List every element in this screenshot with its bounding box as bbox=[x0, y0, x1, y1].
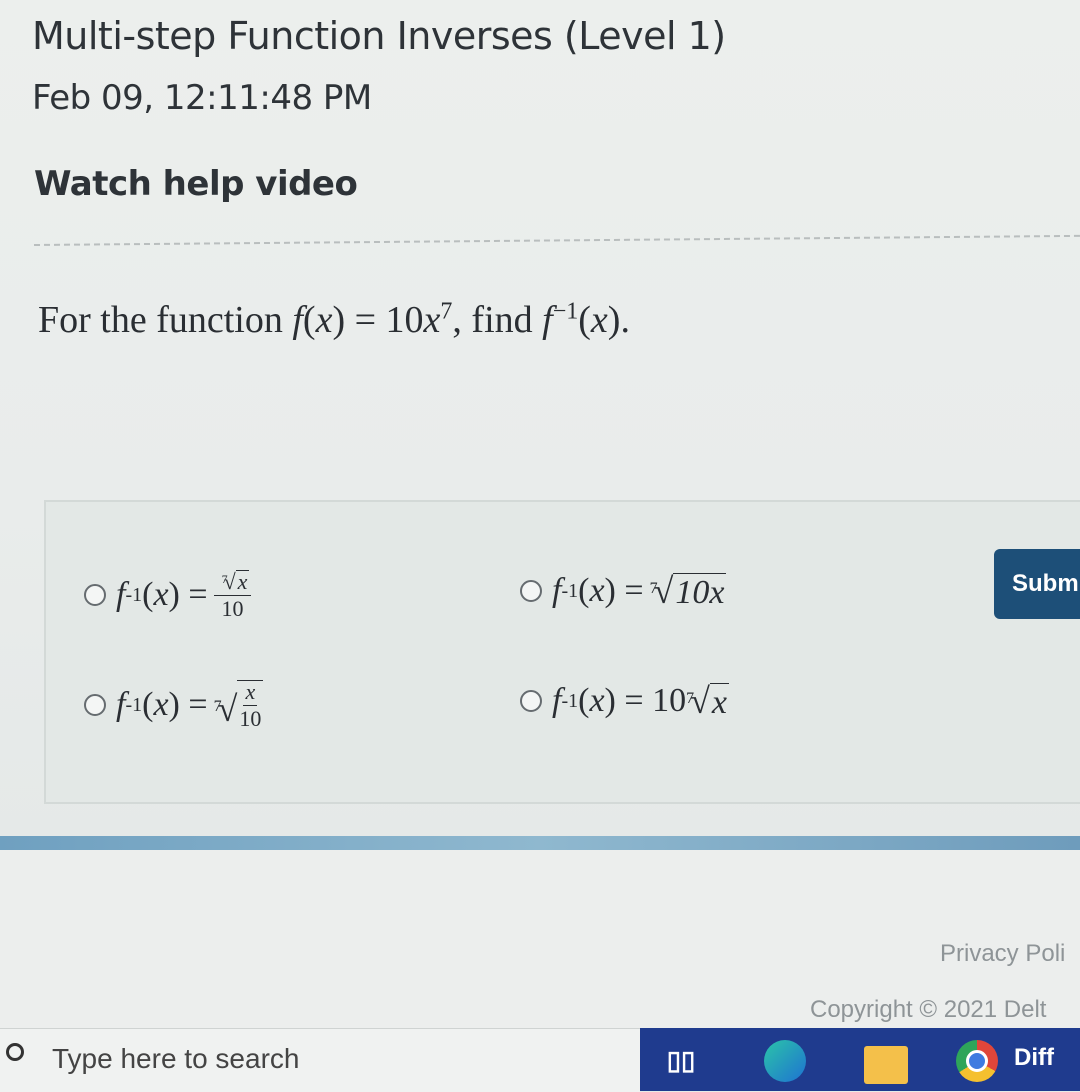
math-rparen: ) bbox=[604, 682, 616, 719]
radical-sign: √ bbox=[653, 571, 674, 611]
choice-3-math: f -1(x) = 7 √ x 10 bbox=[116, 679, 264, 731]
answer-choices-panel bbox=[44, 500, 1080, 804]
choice-1-math: f -1(x) = 7 √ x 10 bbox=[116, 570, 252, 621]
page-title: Multi-step Function Inverses (Level 1) bbox=[32, 14, 726, 58]
privacy-policy-link[interactable]: Privacy Poli bbox=[940, 940, 1065, 968]
question-lparen2: ( bbox=[578, 299, 591, 341]
radical-sign: √ bbox=[690, 681, 710, 721]
question-end: . bbox=[620, 299, 630, 341]
math-lparen: ( bbox=[142, 686, 154, 723]
submit-button[interactable]: Subm bbox=[994, 549, 1080, 619]
math-lparen: ( bbox=[578, 682, 590, 719]
math-rparen: ) bbox=[168, 686, 180, 723]
math-f: f bbox=[116, 576, 126, 613]
radicand: x bbox=[235, 569, 250, 594]
choice-2-math: f -1(x) = 7 √ 10x bbox=[552, 570, 727, 612]
radio-button[interactable] bbox=[520, 580, 542, 602]
choice-2[interactable]: f -1(x) = 7 √ 10x bbox=[520, 570, 727, 612]
fraction-denominator: 10 bbox=[239, 706, 262, 731]
question-prefix: For the function bbox=[38, 299, 293, 341]
timestamp: Feb 09, 12:11:48 PM bbox=[32, 78, 372, 118]
question-coef: 10 bbox=[385, 299, 424, 341]
fraction: x 10 bbox=[239, 681, 261, 730]
choice-1[interactable]: f -1(x) = 7 √ x 10 bbox=[84, 570, 252, 621]
seventh-root: 7 √ x 10 bbox=[214, 680, 264, 730]
radicand: 10x bbox=[673, 573, 727, 611]
math-rparen: ) bbox=[604, 572, 616, 609]
fraction-numerator: x bbox=[243, 679, 258, 706]
math-eq: = bbox=[624, 682, 644, 719]
question-x3: x bbox=[590, 299, 608, 341]
math-eq: = bbox=[188, 576, 208, 613]
math-x: x bbox=[589, 682, 605, 719]
question-eq: = bbox=[354, 299, 377, 341]
seventh-root: 7 √ 10x bbox=[650, 570, 727, 612]
question-lparen: ( bbox=[302, 299, 316, 341]
radical-sign: √ bbox=[223, 569, 236, 594]
choice-3[interactable]: f -1(x) = 7 √ x 10 bbox=[84, 679, 264, 731]
question-text: For the function f(x) = 10x7, find f−1(x… bbox=[38, 298, 630, 342]
question-x: x bbox=[315, 299, 333, 341]
math-eq: = bbox=[624, 572, 644, 609]
question-exp: 7 bbox=[440, 298, 453, 325]
radicand: x bbox=[709, 683, 729, 721]
question-f: f bbox=[292, 299, 303, 341]
seventh-root: 7 √ x bbox=[222, 570, 250, 593]
math-f: f bbox=[116, 686, 126, 723]
math-coef: 10 bbox=[652, 682, 687, 719]
fraction-numerator: 7 √ x bbox=[213, 570, 252, 596]
math-eq: = bbox=[188, 686, 208, 723]
diff-taskbar-item[interactable]: Diff bbox=[1014, 1044, 1054, 1072]
radio-button[interactable] bbox=[84, 694, 106, 716]
math-rparen: ) bbox=[168, 576, 180, 613]
math-x: x bbox=[589, 572, 605, 609]
edge-browser-icon[interactable] bbox=[764, 1040, 806, 1082]
task-view-icon[interactable]: ▯▯ bbox=[666, 1045, 696, 1075]
choice-4-math: f -1(x) = 10 7 √ x bbox=[552, 680, 729, 722]
question-find: , find bbox=[452, 299, 543, 341]
chrome-icon[interactable] bbox=[956, 1040, 998, 1082]
assignment-page: Multi-step Function Inverses (Level 1) F… bbox=[0, 0, 1080, 840]
search-placeholder: Type here to search bbox=[52, 1043, 300, 1074]
math-x: x bbox=[153, 686, 169, 723]
file-explorer-icon[interactable] bbox=[864, 1046, 908, 1084]
fraction-denominator: 10 bbox=[221, 596, 244, 621]
question-rparen2: ) bbox=[607, 299, 621, 341]
taskbar-search-box[interactable]: Type here to search bbox=[0, 1028, 640, 1092]
question-rparen: ) bbox=[332, 299, 346, 341]
question-inv-exp: −1 bbox=[552, 298, 579, 325]
copyright-text: Copyright © 2021 Delt bbox=[810, 996, 1047, 1023]
choice-4[interactable]: f -1(x) = 10 7 √ x bbox=[520, 680, 729, 722]
footer-band bbox=[0, 836, 1080, 850]
math-x: x bbox=[153, 576, 169, 613]
search-icon bbox=[6, 1043, 24, 1061]
seventh-root: 7 √ x bbox=[686, 680, 729, 722]
question-f2: f bbox=[542, 299, 553, 341]
math-lparen: ( bbox=[578, 572, 590, 609]
fraction: 7 √ x 10 bbox=[213, 570, 252, 621]
taskbar: ▯▯ Diff bbox=[640, 1028, 1080, 1091]
radio-button[interactable] bbox=[84, 584, 106, 606]
math-f: f bbox=[552, 572, 562, 609]
radicand: x 10 bbox=[237, 680, 264, 730]
radio-button[interactable] bbox=[520, 690, 542, 712]
watch-help-video-link[interactable]: Watch help video bbox=[34, 164, 358, 204]
question-x2: x bbox=[423, 299, 441, 341]
divider bbox=[33, 234, 1080, 246]
radical-sign: √ bbox=[217, 689, 238, 729]
math-f: f bbox=[552, 682, 562, 719]
math-lparen: ( bbox=[142, 576, 154, 613]
